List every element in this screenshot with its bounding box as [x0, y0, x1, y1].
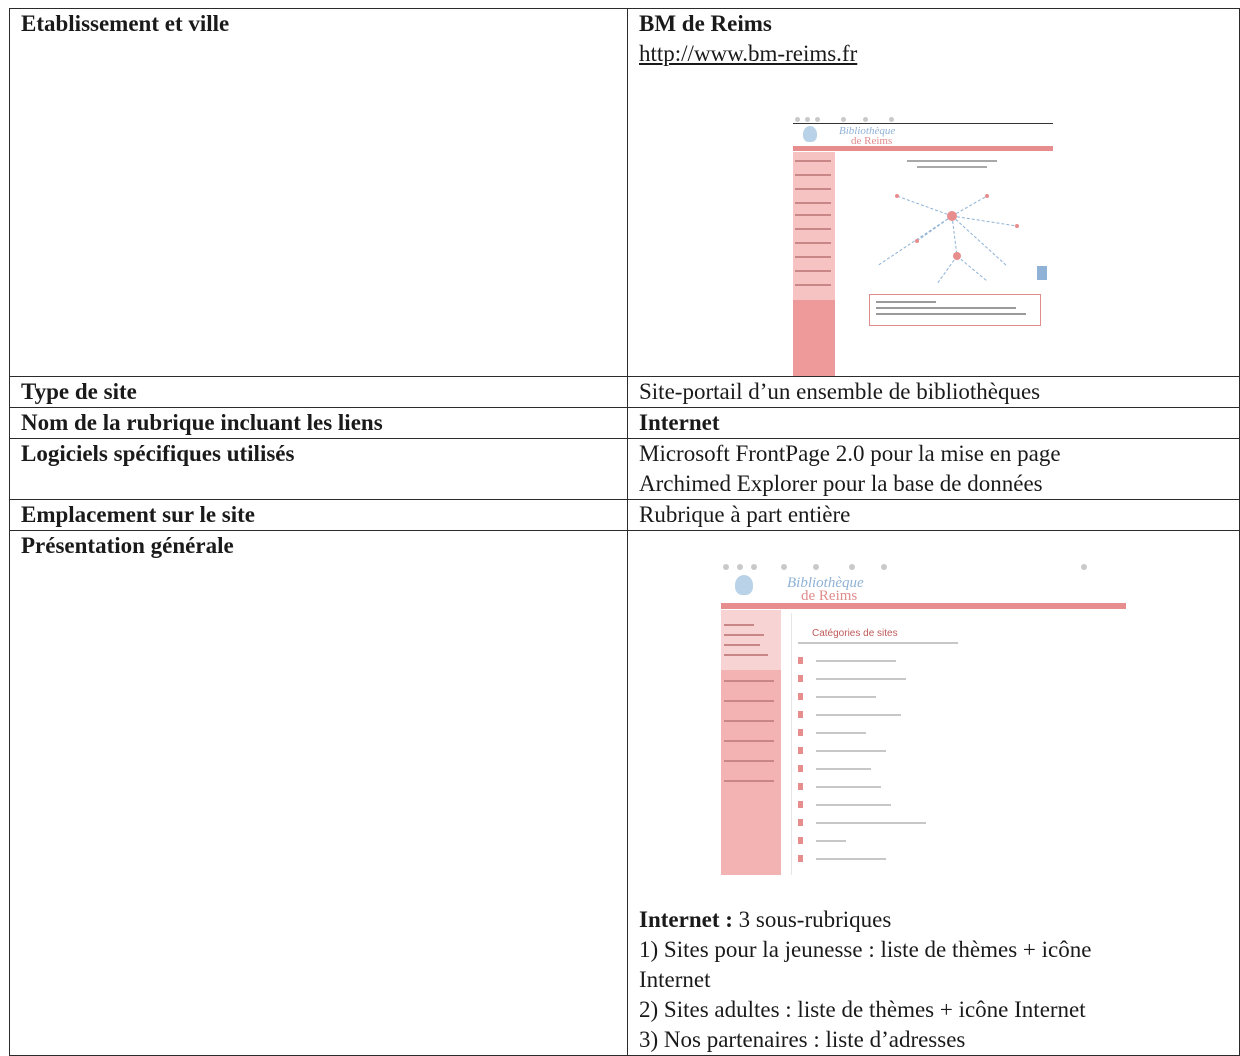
value-etablissement: BM de Reims http://www.bm-reims.fr Bibli…: [627, 8, 1240, 377]
screenshot-info-box: [869, 294, 1041, 326]
info-table: Etablissement et ville BM de Reims http:…: [9, 8, 1240, 1056]
label-etablissement: Etablissement et ville: [9, 8, 628, 377]
presentation-intro: Internet : 3 sous-rubriques: [639, 905, 1239, 935]
library-url-link[interactable]: http://www.bm-reims.fr: [639, 39, 1239, 69]
label-rubrique: Nom de la rubrique incluant les liens: [9, 407, 628, 439]
label-presentation: Présentation générale: [9, 530, 628, 1056]
item-2: 2) Sites adultes : liste de thèmes + icô…: [639, 997, 1086, 1022]
item-1-line1: 1) Sites pour la jeunesse : liste de thè…: [639, 937, 1092, 962]
screenshot2-sidebar-menu: [721, 610, 781, 670]
label-logiciels: Logiciels spécifiques utilisés: [9, 438, 628, 500]
presentation-text: Internet : 3 sous-rubriques 1) Sites pou…: [639, 905, 1239, 1055]
row-type: Type de site Site-portail d’un ensemble …: [9, 376, 1240, 408]
label-emplacement: Emplacement sur le site: [9, 499, 628, 531]
screenshot2-content: Catégories de sites: [791, 613, 1122, 875]
intro-rest: 3 sous-rubriques: [732, 907, 892, 932]
screenshot-badge-icon: [1037, 266, 1047, 280]
item-1-line2: Internet: [639, 967, 711, 992]
screenshot-logo-line2: de Reims: [851, 135, 893, 147]
row-presentation: Présentation générale Bibliothèque de Re…: [9, 530, 1240, 1056]
logiciel-1: Microsoft FrontPage 2.0 pour la mise en …: [639, 441, 1061, 466]
label-type: Type de site: [9, 376, 628, 408]
browser-toolbar-2: [721, 563, 1096, 571]
homepage-screenshot: Bibliothèque de Reims: [793, 116, 1063, 376]
browser-toolbar: [793, 116, 1053, 124]
categories-screenshot: Bibliothèque de Reims Catégories de site…: [721, 563, 1126, 875]
library-name: BM de Reims: [639, 11, 772, 36]
tree-logo-icon-2: [735, 575, 753, 595]
value-rubrique: Internet: [627, 407, 1240, 439]
value-presentation: Bibliothèque de Reims Catégories de site…: [627, 530, 1240, 1056]
row-logiciels: Logiciels spécifiques utilisés Microsoft…: [9, 438, 1240, 500]
value-emplacement: Rubrique à part entière: [627, 499, 1240, 531]
screenshot-sidebar-lower: [793, 300, 835, 376]
screenshot2-logo-line2: de Reims: [801, 588, 858, 604]
network-map-graphic: [876, 160, 1019, 285]
row-emplacement: Emplacement sur le site Rubrique à part …: [9, 499, 1240, 531]
row-rubrique: Nom de la rubrique incluant les liens In…: [9, 407, 1240, 439]
row-etablissement: Etablissement et ville BM de Reims http:…: [9, 8, 1240, 377]
intro-bold: Internet :: [639, 907, 733, 932]
categories-heading: Catégories de sites: [812, 628, 898, 639]
screenshot2-nav-bar: [721, 603, 1126, 609]
screenshot-nav-bar: [793, 146, 1053, 151]
logiciel-2: Archimed Explorer pour la base de donnée…: [639, 471, 1043, 496]
value-logiciels: Microsoft FrontPage 2.0 pour la mise en …: [627, 438, 1240, 500]
tree-logo-icon: [803, 126, 817, 142]
value-type: Site-portail d’un ensemble de bibliothèq…: [627, 376, 1240, 408]
